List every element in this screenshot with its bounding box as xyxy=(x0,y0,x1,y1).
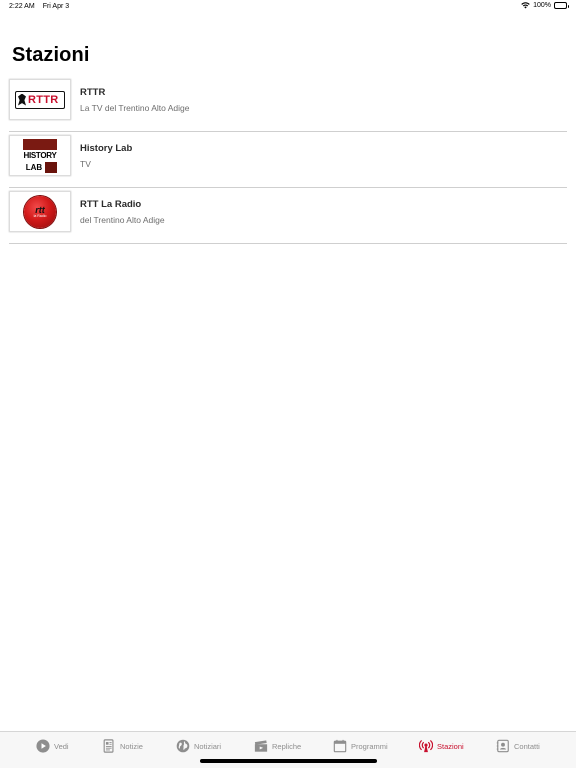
battery-icon xyxy=(554,2,569,9)
status-bar: 2:22 AM Fri Apr 3 100% xyxy=(0,0,576,14)
broadcast-icon xyxy=(419,740,433,753)
station-row-rtt-radio[interactable]: rtt la Radio RTT La Radio del Trentino A… xyxy=(9,188,567,244)
battery-percentage: 100% xyxy=(533,2,551,9)
status-right: 100% xyxy=(521,2,569,9)
station-name: RTT La Radio xyxy=(80,199,142,210)
tab-programmi[interactable]: Programmi xyxy=(333,739,388,753)
app-screen: 2:22 AM Fri Apr 3 100% Stazioni RTTR RTT… xyxy=(0,0,576,768)
history-lab-logo: HISTORY LAB xyxy=(9,135,71,176)
tab-label: Notiziari xyxy=(194,741,222,751)
tab-label: Programmi xyxy=(351,741,388,751)
status-left: 2:22 AM Fri Apr 3 xyxy=(9,3,69,10)
status-date: Fri Apr 3 xyxy=(42,3,70,10)
tab-label: Stazioni xyxy=(437,741,464,751)
rtt-radio-logo: rtt la Radio xyxy=(9,191,71,232)
rtt-radio-logo-subtext: la Radio xyxy=(33,213,47,218)
station-row-history-lab[interactable]: HISTORY LAB History Lab TV xyxy=(9,132,567,188)
play-icon xyxy=(36,739,50,753)
station-name: RTTR xyxy=(80,87,106,98)
page-title: Stazioni xyxy=(12,44,90,66)
history-lab-logo-top-text: HISTORY xyxy=(23,149,57,162)
tab-repliche[interactable]: Repliche xyxy=(254,739,301,753)
station-name: History Lab xyxy=(80,143,133,154)
tab-label: Repliche xyxy=(272,741,302,751)
history-lab-logo-bottom-text: LAB xyxy=(25,162,43,172)
tab-contatti[interactable]: Contatti xyxy=(496,739,540,753)
eagle-icon xyxy=(18,93,26,106)
contacts-icon xyxy=(496,739,509,753)
rttr-logo: RTTR xyxy=(9,79,71,120)
rttr-logo-text: RTTR xyxy=(28,93,59,106)
tab-label: Contatti xyxy=(514,741,540,751)
station-description: del Trentino Alto Adige xyxy=(80,215,165,225)
tab-stazioni[interactable]: Stazioni xyxy=(419,739,464,753)
calendar-icon xyxy=(333,739,347,753)
station-row-rttr[interactable]: RTTR RTTR La TV del Trentino Alto Adige xyxy=(9,76,567,132)
status-time: 2:22 AM xyxy=(9,3,35,10)
document-icon xyxy=(103,739,114,753)
rtt-radio-logo-text: rtt xyxy=(35,204,45,215)
tab-notizie[interactable]: Notizie xyxy=(102,739,143,753)
home-indicator[interactable] xyxy=(200,759,377,763)
clapperboard-icon xyxy=(254,740,268,752)
station-description: La TV del Trentino Alto Adige xyxy=(80,103,190,113)
tab-label: Notizie xyxy=(120,741,143,751)
station-description: TV xyxy=(80,159,91,169)
tab-label: Vedi xyxy=(54,741,69,751)
globe-icon xyxy=(176,739,190,753)
tab-notiziari[interactable]: Notiziari xyxy=(176,739,221,753)
tab-vedi[interactable]: Vedi xyxy=(36,739,69,753)
wifi-icon xyxy=(521,2,530,9)
station-list: RTTR RTTR La TV del Trentino Alto Adige … xyxy=(9,76,567,244)
